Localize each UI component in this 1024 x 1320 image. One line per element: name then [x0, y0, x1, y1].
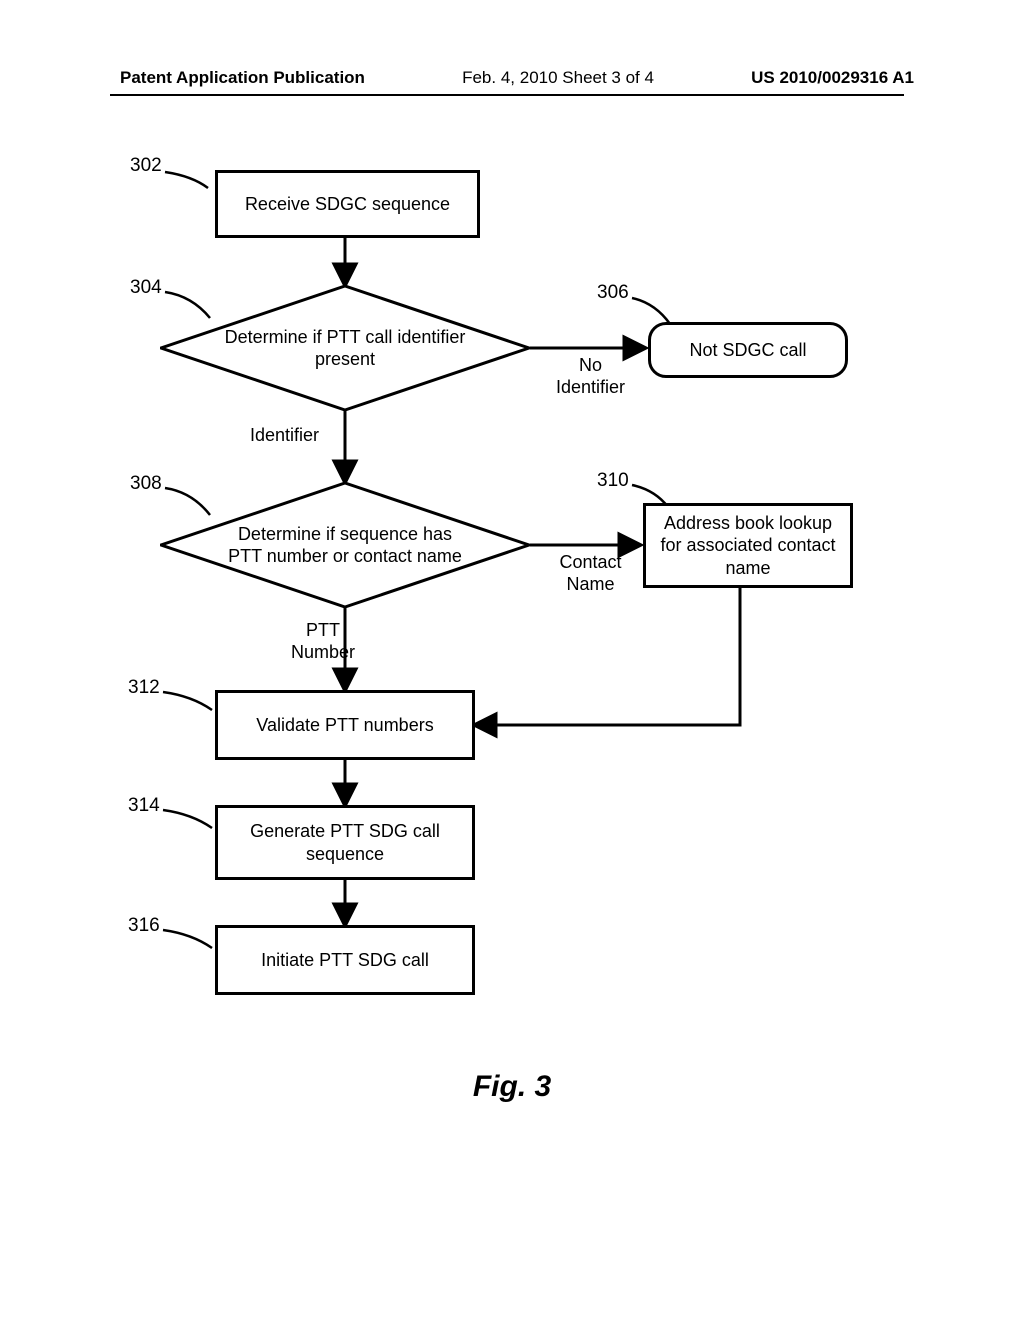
ref-314: 314 — [128, 795, 160, 817]
step-text: Address book lookup for associated conta… — [654, 512, 842, 580]
decision-304: Determine if PTT call identifier present — [160, 285, 530, 411]
step-text: Validate PTT numbers — [256, 714, 433, 737]
ref-308: 308 — [130, 473, 162, 495]
edge-identifier: Identifier — [250, 425, 340, 447]
edge-no-identifier: NoIdentifier — [543, 355, 638, 398]
edge-ptt-number: PTTNumber — [278, 620, 368, 663]
ref-302: 302 — [130, 155, 162, 177]
pub-label: Patent Application Publication — [120, 68, 365, 88]
decision-text: Determine if sequence has PTT number or … — [220, 523, 470, 568]
step-text: Receive SDGC sequence — [245, 193, 450, 216]
decision-text: Determine if PTT call identifier present — [220, 326, 470, 371]
step-text: Generate PTT SDG call sequence — [226, 820, 464, 865]
ref-306: 306 — [597, 282, 629, 304]
ref-312: 312 — [128, 677, 160, 699]
step-314: Generate PTT SDG call sequence — [215, 805, 475, 880]
terminal-306: Not SDGC call — [648, 322, 848, 378]
step-312: Validate PTT numbers — [215, 690, 475, 760]
sheet-label: Feb. 4, 2010 Sheet 3 of 4 — [462, 68, 654, 88]
page-header: Patent Application Publication Feb. 4, 2… — [0, 68, 1024, 88]
flowchart-canvas: Receive SDGC sequence Determine if PTT c… — [100, 170, 920, 1120]
step-302: Receive SDGC sequence — [215, 170, 480, 238]
step-text: Initiate PTT SDG call — [261, 949, 429, 972]
ref-304: 304 — [130, 277, 162, 299]
pub-number: US 2010/0029316 A1 — [751, 68, 914, 88]
terminal-text: Not SDGC call — [689, 339, 806, 362]
step-310: Address book lookup for associated conta… — [643, 503, 853, 588]
step-316: Initiate PTT SDG call — [215, 925, 475, 995]
header-divider — [110, 94, 904, 96]
edge-contact-name: ContactName — [543, 552, 638, 595]
ref-310: 310 — [597, 470, 629, 492]
figure-caption: Fig. 3 — [0, 1070, 1024, 1104]
ref-316: 316 — [128, 915, 160, 937]
decision-308: Determine if sequence has PTT number or … — [160, 482, 530, 608]
